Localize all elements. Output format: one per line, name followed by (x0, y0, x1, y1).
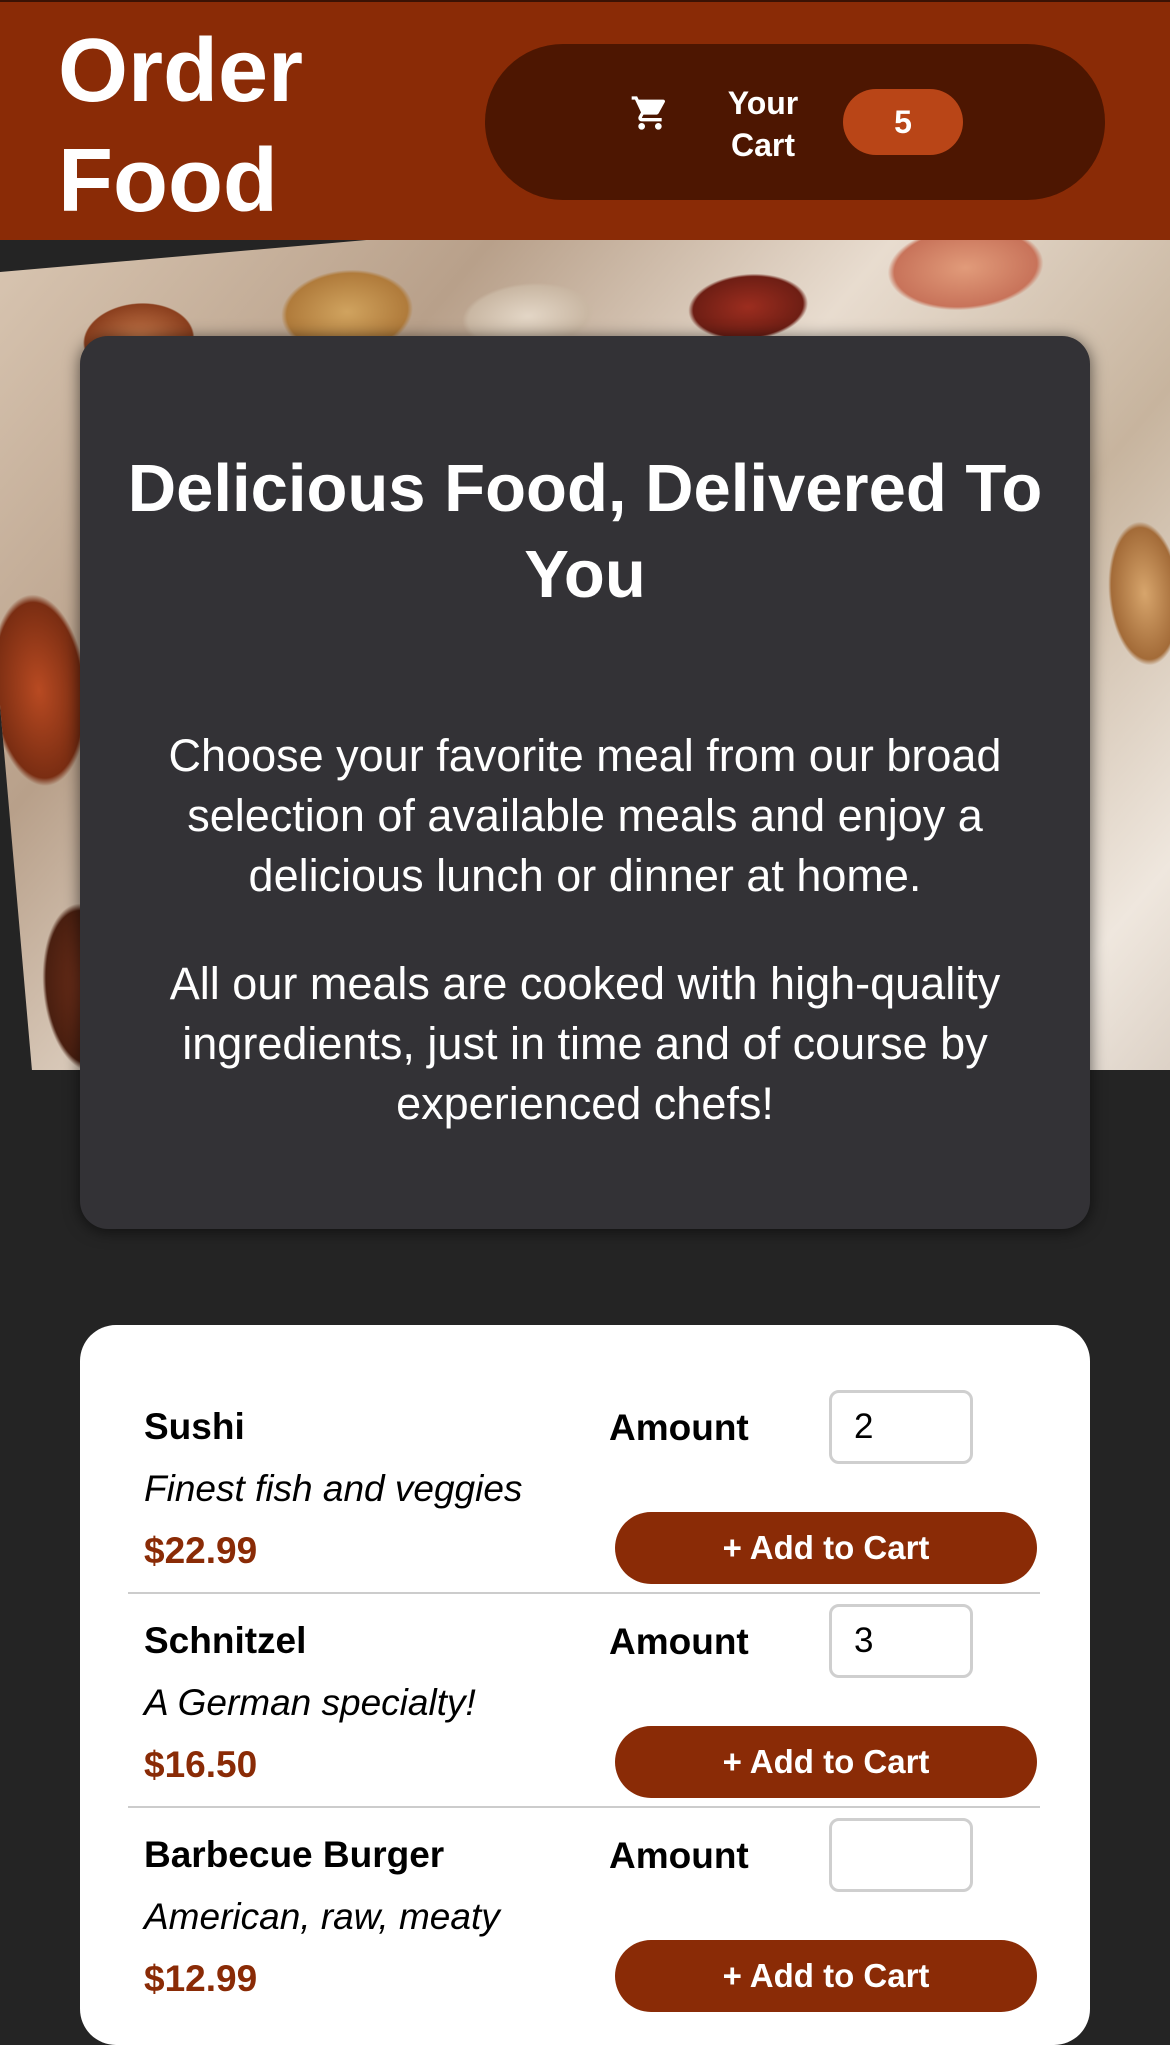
meal-description: American, raw, meaty (144, 1896, 500, 1937)
meal-price: $12.99 (144, 1958, 258, 1999)
add-to-cart-button[interactable]: + Add to Cart (615, 1726, 1037, 1798)
meal-price: $22.99 (144, 1530, 258, 1571)
summary-heading: Delicious Food, Delivered To You (127, 451, 1043, 612)
summary-paragraph-2: All our meals are cooked with high-quali… (169, 958, 1001, 1129)
meal-name: Sushi (144, 1406, 245, 1447)
amount-label: Amount (609, 1835, 749, 1876)
amount-label: Amount (609, 1621, 749, 1662)
add-to-cart-button[interactable]: + Add to Cart (615, 1940, 1037, 2012)
shopping-cart-icon (631, 96, 666, 130)
meal-description: Finest fish and veggies (144, 1468, 523, 1509)
meal-name: Schnitzel (144, 1620, 307, 1661)
amount-input[interactable] (829, 1390, 973, 1464)
cart-label: Your Cart (727, 85, 799, 163)
meal-item: Barbecue Burger American, raw, meaty $12… (128, 1808, 1040, 2022)
add-to-cart-button[interactable]: + Add to Cart (615, 1512, 1037, 1584)
meal-item: Schnitzel A German specialty! $16.50 Amo… (128, 1594, 1040, 1808)
amount-input[interactable] (829, 1604, 973, 1678)
meal-price: $16.50 (144, 1744, 258, 1785)
amount-label: Amount (609, 1407, 749, 1448)
meal-item: Sushi Finest fish and veggies $22.99 Amo… (128, 1380, 1040, 1594)
amount-input[interactable] (829, 1818, 973, 1892)
app-header: Order Food Your Cart 5 (0, 0, 1170, 240)
summary-paragraph-1: Choose your favorite meal from our broad… (168, 730, 1002, 901)
summary-card: Delicious Food, Delivered To You Choose … (80, 336, 1090, 1229)
cart-count-badge: 5 (843, 89, 963, 155)
app-title: Order Food (58, 21, 304, 231)
meal-description: A German specialty! (144, 1682, 476, 1723)
meals-list: Sushi Finest fish and veggies $22.99 Amo… (80, 1325, 1090, 2045)
meal-name: Barbecue Burger (144, 1834, 445, 1875)
cart-button[interactable]: Your Cart 5 (485, 44, 1105, 200)
